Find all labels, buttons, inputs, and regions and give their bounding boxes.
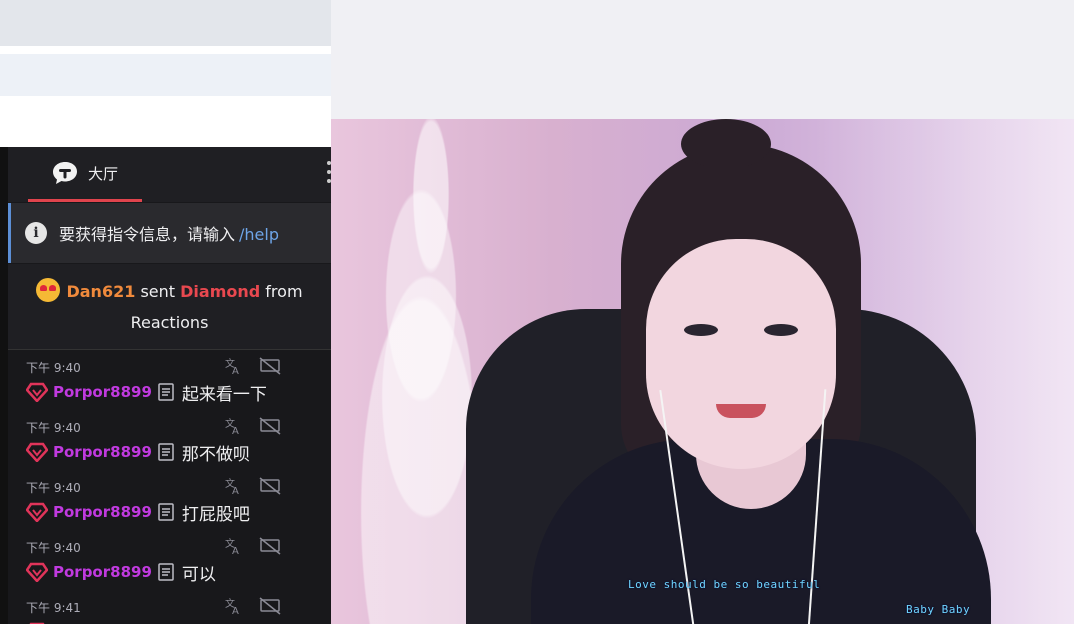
video-streamer-bun xyxy=(681,119,771,169)
gem-badge-icon xyxy=(26,442,48,462)
video-player[interactable]: Love should be so beautiful Baby Baby xyxy=(331,119,1074,624)
translate-icon[interactable]: 文A xyxy=(224,477,242,495)
document-icon xyxy=(158,383,174,401)
help-notice: i 要获得指令信息，请输入/help xyxy=(8,203,331,263)
gift-source: Reactions xyxy=(130,313,209,332)
document-icon xyxy=(158,563,174,581)
help-command-link[interactable]: /help xyxy=(239,225,279,244)
chat-tab-bar: 大厅 xyxy=(8,147,331,202)
chat-message: 下午 9:41 文A xyxy=(8,591,331,624)
chat-message: 下午 9:40 文A Porpor8899 起来看一下 xyxy=(8,351,331,411)
gift-notice: Dan621 sent Diamond from Reactions xyxy=(8,264,331,350)
video-caption-lyric: Love should be so beautiful xyxy=(628,578,821,591)
document-icon xyxy=(158,443,174,461)
translate-icon[interactable]: 文A xyxy=(224,537,242,555)
svg-text:A: A xyxy=(232,546,239,555)
video-eye-right xyxy=(764,324,798,336)
chat-bubble-icon xyxy=(52,162,77,184)
gift-item: Diamond xyxy=(180,282,261,301)
document-icon xyxy=(158,503,174,521)
message-username[interactable]: Porpor8899 xyxy=(53,563,152,581)
gift-verb: sent xyxy=(140,282,176,301)
video-eye-left xyxy=(684,324,718,336)
message-time: 下午 9:40 xyxy=(26,361,81,375)
translate-icon[interactable]: 文A xyxy=(224,417,242,435)
svg-text:A: A xyxy=(232,426,239,435)
gift-from: from xyxy=(265,282,303,301)
svg-text:A: A xyxy=(232,606,239,615)
gem-badge-icon xyxy=(26,382,48,402)
chat-message: 下午 9:40 文A Porpor8899 打屁股吧 xyxy=(8,471,331,531)
svg-text:A: A xyxy=(232,366,239,375)
message-username[interactable]: Porpor8899 xyxy=(53,383,152,401)
page-header-area xyxy=(0,96,331,147)
video-mouth xyxy=(716,404,766,418)
message-username[interactable]: Porpor8899 xyxy=(53,443,152,461)
message-username[interactable]: Porpor8899 xyxy=(53,503,152,521)
browser-tab-bar xyxy=(0,0,331,46)
message-time: 下午 9:40 xyxy=(26,421,81,435)
tab-lobby-label: 大厅 xyxy=(87,164,118,183)
message-text: 那不做呗 xyxy=(181,444,250,465)
tab-lobby[interactable]: 大厅 xyxy=(28,147,142,202)
top-right-area xyxy=(331,0,1074,119)
hide-message-icon[interactable] xyxy=(259,477,281,495)
message-text: 可以 xyxy=(181,564,216,585)
video-caption-title: Baby Baby xyxy=(906,603,971,616)
message-text: 起来看一下 xyxy=(181,384,267,405)
message-text: 打屁股吧 xyxy=(181,504,250,525)
hide-message-icon[interactable] xyxy=(259,597,281,615)
translate-icon[interactable]: 文A xyxy=(224,357,242,375)
gem-badge-icon xyxy=(26,502,48,522)
message-time: 下午 9:40 xyxy=(26,481,81,495)
heart-eyes-emoji-icon xyxy=(36,278,61,302)
gift-sender[interactable]: Dan621 xyxy=(66,282,135,301)
svg-text:A: A xyxy=(232,486,239,495)
chat-panel: 大厅 i 要获得指令信息，请输入/help Dan621 sent Diamon… xyxy=(0,147,331,624)
info-icon: i xyxy=(25,222,47,244)
hide-message-icon[interactable] xyxy=(259,357,281,375)
hide-message-icon[interactable] xyxy=(259,417,281,435)
chat-left-rail xyxy=(0,147,8,624)
browser-address-bar xyxy=(0,54,331,96)
message-time: 下午 9:40 xyxy=(26,541,81,555)
video-streamer-face xyxy=(646,239,836,469)
message-list: 下午 9:40 文A Porpor8899 起来看一下 下午 9:40 文A P… xyxy=(8,351,331,624)
gem-badge-icon xyxy=(26,562,48,582)
translate-icon[interactable]: 文A xyxy=(224,597,242,615)
hide-message-icon[interactable] xyxy=(259,537,281,555)
help-notice-text: 要获得指令信息，请输入 xyxy=(59,225,236,244)
chat-message: 下午 9:40 文A Porpor8899 可以 xyxy=(8,531,331,591)
chat-message: 下午 9:40 文A Porpor8899 那不做呗 xyxy=(8,411,331,471)
message-time: 下午 9:41 xyxy=(26,601,81,615)
